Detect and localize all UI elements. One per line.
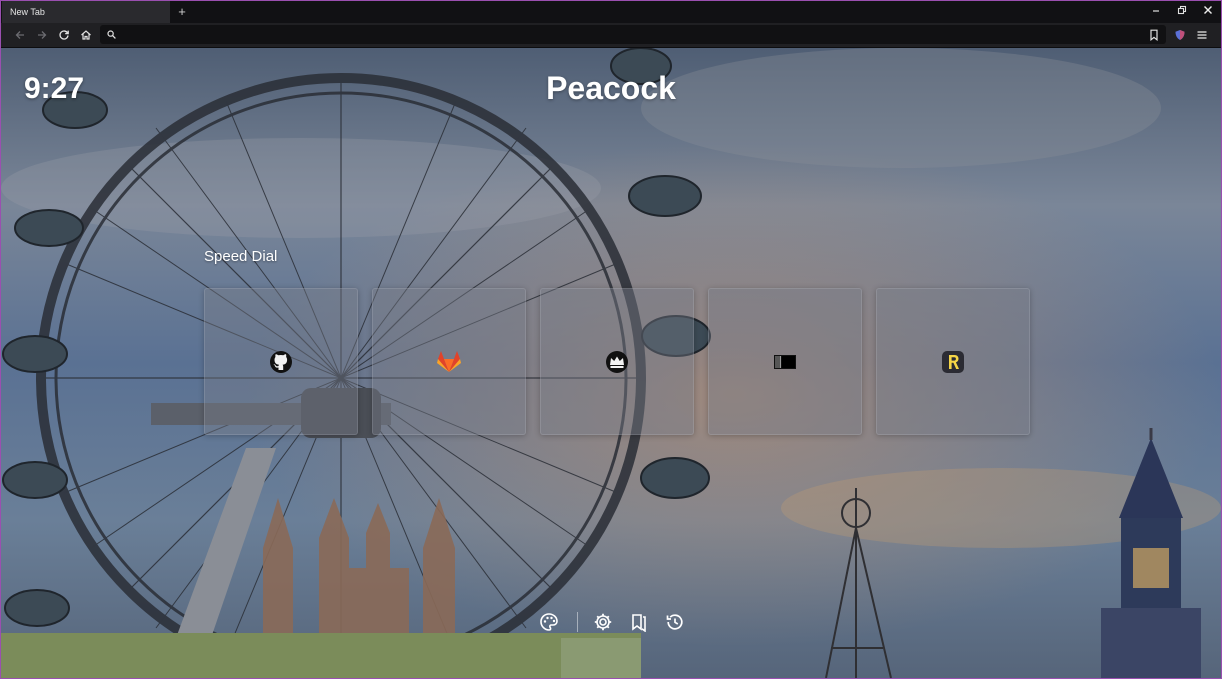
gear-icon xyxy=(594,613,612,631)
tab-title: New Tab xyxy=(10,7,45,17)
bookmarks-icon xyxy=(632,614,646,632)
github-icon xyxy=(270,350,292,373)
speed-dial-heading: Speed Dial xyxy=(204,248,278,265)
history-button[interactable] xyxy=(663,610,687,634)
speed-dial-tile-barcode[interactable] xyxy=(708,288,862,435)
palette-icon xyxy=(540,613,558,631)
minimize-button[interactable] xyxy=(1143,2,1169,22)
address-bar[interactable] xyxy=(100,25,1166,46)
shield-icon xyxy=(1175,30,1185,40)
home-icon xyxy=(81,30,91,40)
new-tab-page: 9:27 Peacock Speed Dial xyxy=(1,48,1221,678)
crown-icon xyxy=(606,350,628,373)
minimize-icon xyxy=(1153,10,1159,12)
bookmark-page-button[interactable] xyxy=(1145,26,1163,44)
address-input[interactable] xyxy=(122,25,1156,46)
speed-dial-tile-r-logo[interactable] xyxy=(876,288,1030,435)
reload-button[interactable] xyxy=(55,26,73,44)
tab-new-tab[interactable]: New Tab xyxy=(2,1,170,23)
new-tab-button[interactable]: + xyxy=(174,2,190,22)
settings-button[interactable] xyxy=(591,610,615,634)
navigation-toolbar xyxy=(1,23,1221,48)
close-icon xyxy=(1204,6,1212,14)
search-icon xyxy=(107,30,116,39)
r-logo-icon xyxy=(942,350,964,373)
shield-extension-button[interactable] xyxy=(1171,26,1189,44)
restore-icon xyxy=(1177,5,1187,15)
speed-dial-tile-github[interactable] xyxy=(204,288,358,435)
speed-dial-tile-crown[interactable] xyxy=(540,288,694,435)
home-button[interactable] xyxy=(77,26,95,44)
back-button[interactable] xyxy=(11,26,29,44)
bookmarks-button[interactable] xyxy=(627,610,651,634)
reload-icon xyxy=(59,30,69,40)
history-icon xyxy=(666,614,683,630)
customize-background-button[interactable] xyxy=(537,610,561,634)
bookmark-icon xyxy=(1150,29,1158,41)
tab-strip: New Tab + xyxy=(1,1,1221,23)
brand-title: Peacock xyxy=(546,70,676,106)
main-menu-button[interactable] xyxy=(1193,26,1211,44)
toolbar-divider xyxy=(577,612,578,632)
gitlab-icon xyxy=(437,350,461,372)
arrow-right-icon xyxy=(38,31,47,39)
barcode-icon xyxy=(774,354,796,369)
restore-button[interactable] xyxy=(1169,2,1195,22)
close-window-button[interactable] xyxy=(1195,2,1221,22)
speed-dial-tile-gitlab[interactable] xyxy=(372,288,526,435)
arrow-left-icon xyxy=(15,31,24,39)
hamburger-menu-icon xyxy=(1197,31,1207,39)
plus-icon: + xyxy=(178,4,186,19)
forward-button[interactable] xyxy=(33,26,51,44)
